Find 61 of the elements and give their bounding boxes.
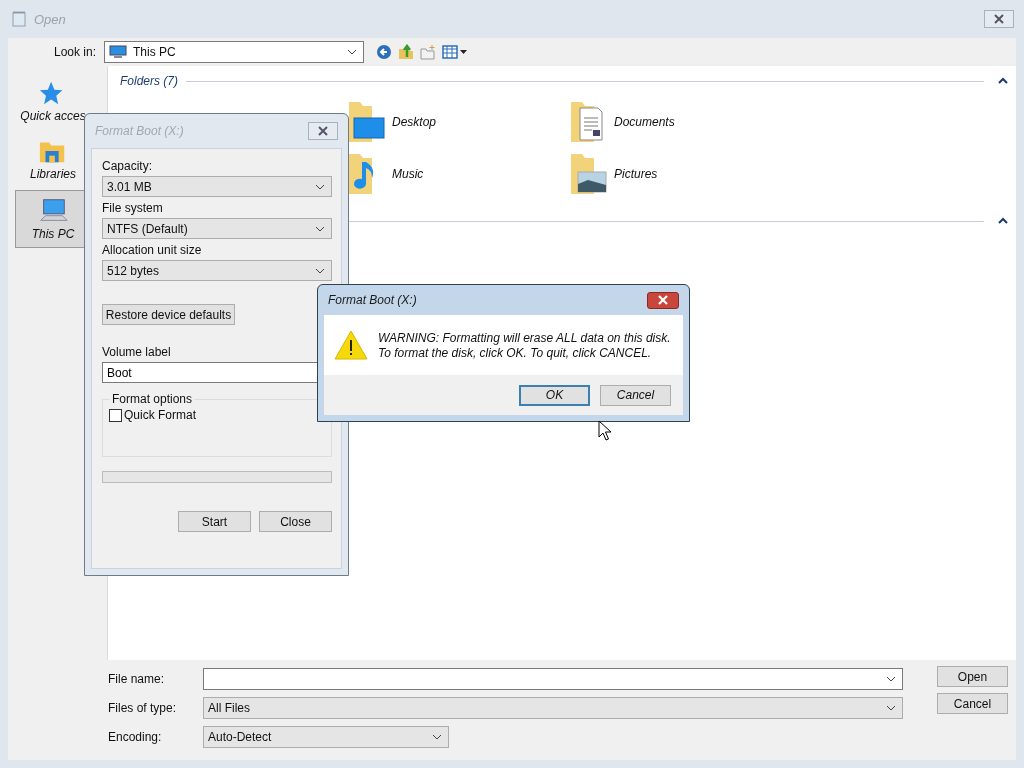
dialog-button[interactable]: Cancel <box>600 384 671 406</box>
look-in-dropdown[interactable]: This PC <box>104 41 364 63</box>
desktop-folder-icon <box>346 100 386 144</box>
warning-message: To format the disk, click OK. To quit, click CANCEL. <box>378 345 653 360</box>
field-label: Capacity: <box>102 159 154 173</box>
field-label: Allocation unit size <box>102 243 203 257</box>
dropdown[interactable]: 512 bytes <box>102 260 332 281</box>
field-label: File name: <box>108 671 166 686</box>
close-icon <box>993 14 1005 24</box>
window-title: Open <box>34 11 67 27</box>
field-label: Volume label <box>102 345 172 359</box>
folder-item[interactable]: Music <box>346 148 568 200</box>
warning-icon <box>334 330 368 360</box>
chevron-down-icon <box>347 49 357 55</box>
back-icon[interactable] <box>376 44 392 60</box>
sidebar-item[interactable]: Quick acces <box>15 74 91 128</box>
notepad-icon <box>12 11 26 27</box>
field-label: Files of type: <box>108 700 178 715</box>
close-button[interactable] <box>308 122 338 140</box>
folder-item[interactable]: Documents <box>568 96 790 148</box>
collapse-icon[interactable] <box>998 77 1008 85</box>
computer-icon <box>109 45 127 59</box>
chevron-down-icon <box>315 267 325 274</box>
field-label: File system <box>102 201 164 215</box>
file-type-dropdown[interactable]: All Files <box>203 696 903 719</box>
dropdown[interactable]: 3.01 MB <box>102 176 332 197</box>
close-icon <box>657 295 669 305</box>
checkbox-label: Quick Format <box>124 408 196 422</box>
group-header: Folders (7) <box>120 74 178 88</box>
dialog-title: Format Boot (X:) <box>328 293 417 307</box>
encoding-dropdown[interactable]: Auto-Detect <box>203 725 449 748</box>
warning-message: WARNING: Formatting will erase ALL data on this disk. <box>378 330 671 345</box>
look-in-label: Look in: <box>52 45 96 59</box>
chevron-down-icon <box>315 225 325 232</box>
chevron-down-icon <box>315 183 325 190</box>
dialog-title: Format Boot (X:) <box>95 124 184 138</box>
dialog-button[interactable]: Open <box>937 666 1008 687</box>
dialog-button[interactable]: Cancel <box>937 693 1008 714</box>
dialog-button[interactable]: Close <box>259 511 332 532</box>
dialog-button[interactable]: Start <box>178 511 251 532</box>
folder-item[interactable]: Pictures <box>568 148 790 200</box>
file-name-field[interactable] <box>203 667 903 690</box>
group-title: Format options <box>110 392 195 406</box>
chevron-down-icon <box>432 733 442 740</box>
pictures-folder-icon <box>568 152 608 196</box>
close-icon <box>317 126 329 136</box>
chevron-down-icon <box>886 675 896 682</box>
checkbox[interactable] <box>109 408 122 422</box>
field-label: Encoding: <box>108 729 163 744</box>
chevron-down-icon <box>886 704 896 711</box>
collapse-icon[interactable] <box>998 217 1008 225</box>
close-button[interactable] <box>647 291 679 309</box>
view-menu-icon[interactable] <box>442 45 468 59</box>
sidebar-item[interactable]: Libraries <box>15 132 91 186</box>
dropdown[interactable]: NTFS (Default) <box>102 218 332 239</box>
up-folder-icon[interactable] <box>398 44 414 60</box>
close-button[interactable] <box>984 10 1014 28</box>
folder-item[interactable]: Desktop <box>346 96 568 148</box>
dialog-button[interactable]: OK <box>519 384 590 406</box>
cursor-icon <box>598 420 612 442</box>
restore-defaults-button[interactable]: Restore device defaults <box>102 304 235 325</box>
